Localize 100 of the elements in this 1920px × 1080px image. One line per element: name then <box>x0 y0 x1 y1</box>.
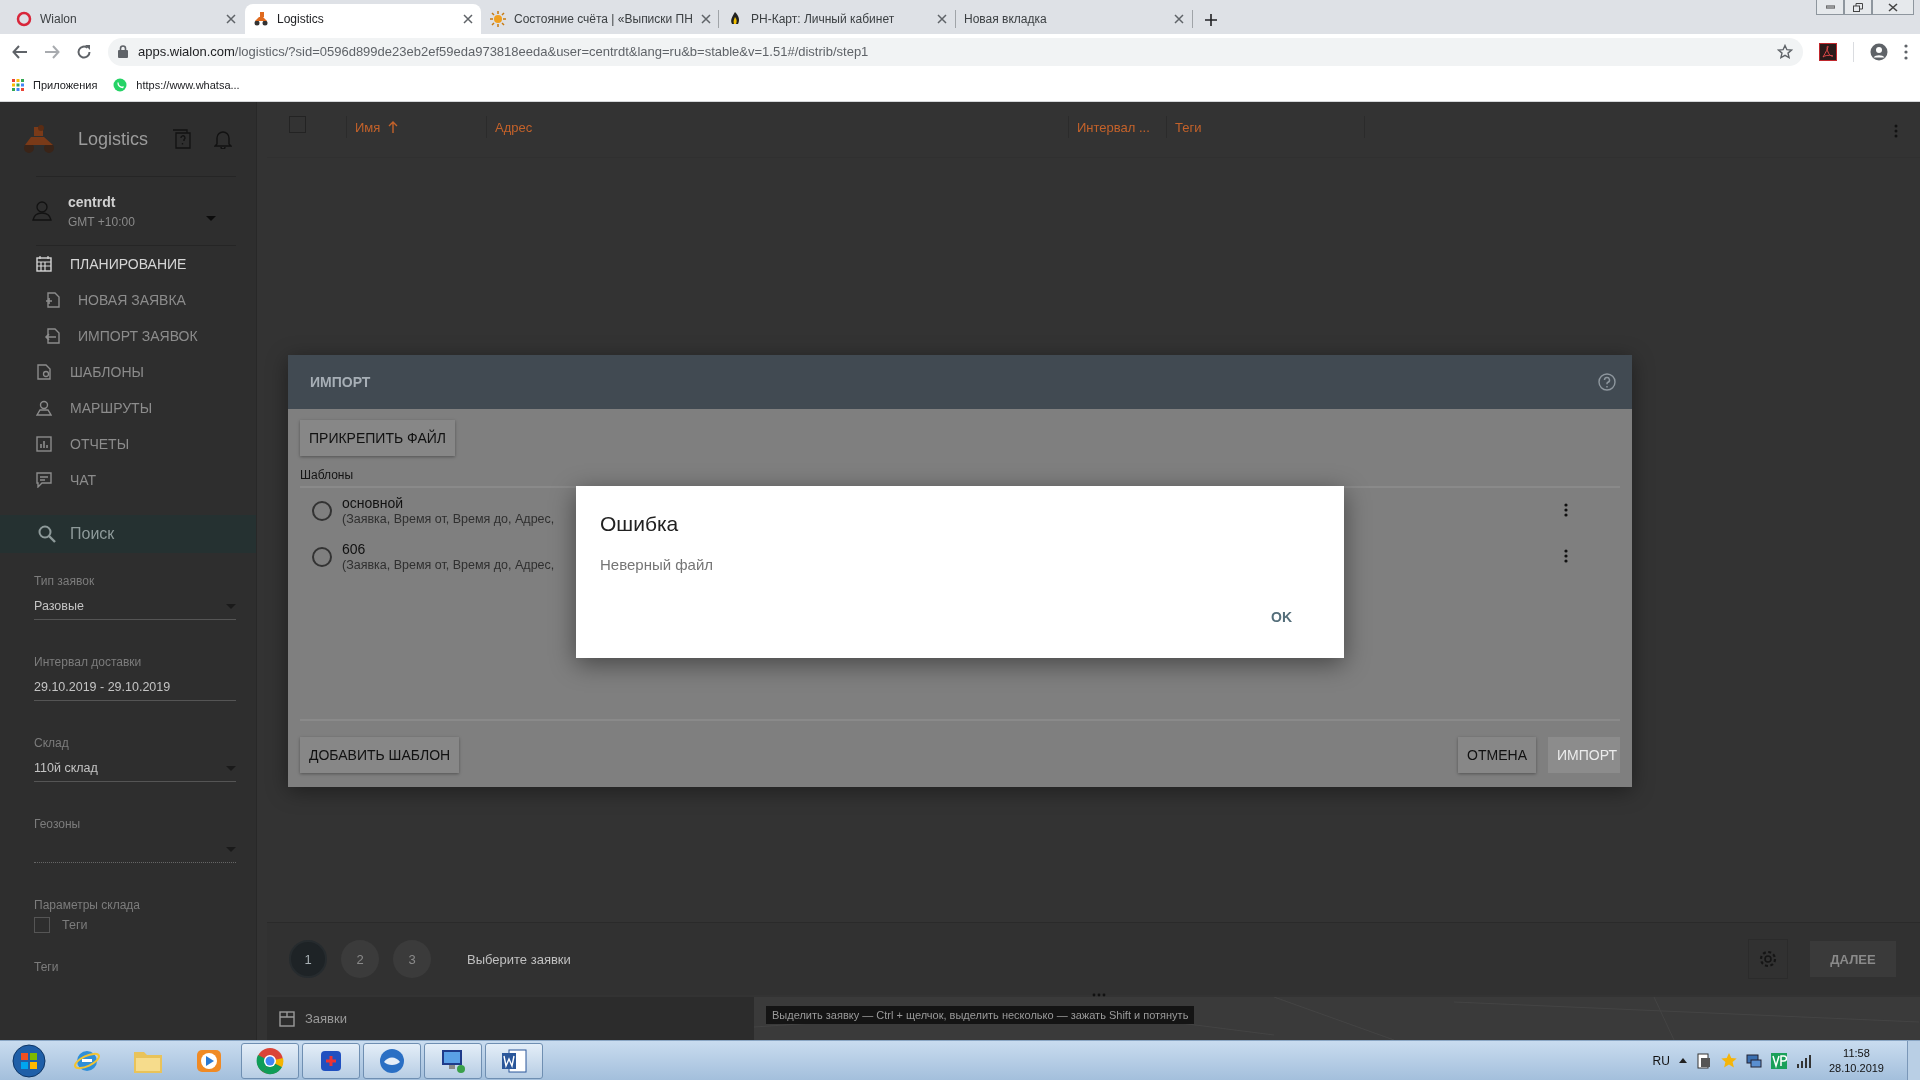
step-indicator[interactable]: 3 <box>393 940 431 978</box>
select-field[interactable]: 110й склад <box>34 755 236 782</box>
browser-tab[interactable]: Состояние счёта | «Выписки ПН <box>482 4 718 34</box>
document-icon[interactable] <box>500 1046 528 1075</box>
browser-tab[interactable]: Новая вкладка <box>956 4 1192 34</box>
tray-app-icon[interactable] <box>1695 1052 1712 1069</box>
account-icon[interactable] <box>1870 42 1888 61</box>
bar-chart-icon <box>36 436 52 452</box>
clock[interactable]: 11:58 28.10.2019 <box>1828 1045 1884 1076</box>
close-icon[interactable] <box>937 14 947 24</box>
cancel-button[interactable]: ОТМЕНА <box>1458 737 1536 773</box>
column-header[interactable]: Имя <box>355 119 381 135</box>
scooter-icon <box>253 11 269 27</box>
search-icon <box>38 525 56 543</box>
chat-bubble-icon <box>113 78 128 92</box>
browser-tab[interactable]: Wialon <box>8 4 244 34</box>
section-label: Шаблоны <box>300 468 355 482</box>
apps-grid-icon <box>12 79 24 91</box>
column-header[interactable]: Теги <box>1175 119 1202 135</box>
nav-item[interactable]: ЧАТ <box>0 462 256 498</box>
more-icon[interactable] <box>1564 503 1568 517</box>
nav-item[interactable]: МАРШРУТЫ <box>0 390 256 426</box>
browser-tab[interactable]: Logistics <box>245 4 481 34</box>
restore-icon <box>1853 2 1863 12</box>
template-name[interactable]: основной <box>342 495 555 511</box>
user-icon <box>32 201 52 221</box>
reload-icon[interactable] <box>76 43 92 60</box>
document-arrow-icon <box>44 328 60 344</box>
field-label: Параметры склада <box>34 897 142 913</box>
step-indicator[interactable]: 2 <box>341 940 379 978</box>
import-button: ИМПОРТ <box>1548 737 1620 773</box>
scooter-logo-icon <box>22 124 56 154</box>
more-icon[interactable] <box>1564 549 1568 563</box>
nav-item[interactable]: ИМПОРТ ЗАЯВОК <box>0 318 256 354</box>
attach-file-button[interactable]: ПРИКРЕПИТЬ ФАЙЛ <box>300 420 455 456</box>
nav-item[interactable]: ШАБЛОНЫ <box>0 354 256 390</box>
ok-button[interactable]: OK <box>1253 601 1310 633</box>
radio-button[interactable] <box>312 501 332 521</box>
add-template-button[interactable]: ДОБАВИТЬ ШАБЛОН <box>300 737 460 773</box>
pdf-icon[interactable] <box>1819 42 1837 61</box>
document-pin-icon <box>36 364 52 380</box>
radio-button[interactable] <box>312 547 332 567</box>
nav-item[interactable]: ПЛАНИРОВАНИЕ <box>0 246 256 282</box>
panel-title: Заявки <box>305 1011 347 1026</box>
chat-icon <box>36 472 52 488</box>
field-label: Склад <box>34 735 70 751</box>
checkbox[interactable] <box>34 917 50 933</box>
back-icon[interactable] <box>12 43 28 60</box>
tooltip: Выделить заявку — Ctrl + щелчок, выделить несколько — зажать Shift и потянуть <box>766 1006 1195 1024</box>
vp-icon[interactable] <box>1770 1052 1787 1069</box>
document-plus-icon <box>44 292 60 308</box>
close-icon[interactable] <box>463 14 473 24</box>
star-icon[interactable] <box>1777 43 1793 60</box>
bookmark-link[interactable]: https://www.whatsa... <box>113 78 240 92</box>
ring-icon <box>16 11 32 27</box>
nav-item[interactable]: ОТЧЕТЫ <box>0 426 256 462</box>
close-window-button[interactable] <box>1872 0 1914 15</box>
close-icon[interactable] <box>700 14 711 24</box>
field-label: Геозоны <box>34 816 82 832</box>
network-icon[interactable] <box>1745 1052 1762 1069</box>
column-header[interactable]: Интервал ... <box>1077 119 1150 135</box>
sort-arrow-icon[interactable] <box>388 121 399 133</box>
help-icon[interactable] <box>1598 373 1616 391</box>
field-label: Теги <box>34 959 60 975</box>
forward-icon[interactable] <box>44 43 60 60</box>
start-orb-icon[interactable] <box>12 1043 46 1078</box>
nav-item[interactable]: НОВАЯ ЗАЯВКА <box>0 282 256 318</box>
app-title: Logistics <box>78 128 150 150</box>
field-label: Интервал доставки <box>34 654 143 670</box>
round-browser-icon[interactable] <box>256 1046 284 1075</box>
checkbox-label[interactable]: Теги <box>62 918 88 932</box>
star-icon[interactable] <box>1720 1052 1737 1069</box>
field-label: Тип заявок <box>34 573 96 589</box>
sun-icon <box>490 11 506 27</box>
person-pin-icon <box>36 400 52 416</box>
drag-handle-icon[interactable] <box>1092 993 1106 997</box>
dialog-title: ИМПОРТ <box>310 374 372 390</box>
step-indicator[interactable]: 1 <box>289 940 327 978</box>
date-range-field[interactable]: 29.10.2019 - 29.10.2019 <box>34 674 236 701</box>
menu-icon[interactable] <box>1904 43 1908 60</box>
settings-icon <box>1758 949 1778 969</box>
bookmark-link[interactable]: Приложения <box>12 79 98 91</box>
new-tab-icon[interactable] <box>1205 14 1217 26</box>
next-button: ДАЛЕЕ <box>1810 941 1896 977</box>
address-bar[interactable]: apps.wialon.com/logistics/?sid=0596d899de23eb2ef59eda973818eeda&user=centrdt&lang=ru&b=stable&v=1.51#/distrib/step1 <box>108 37 1803 66</box>
close-icon <box>1888 2 1898 12</box>
language-indicator[interactable]: RU <box>1652 1053 1670 1068</box>
browser-tab[interactable]: РН-Карт: Личный кабинет <box>719 4 955 34</box>
signal-icon[interactable] <box>1795 1053 1812 1068</box>
steps-hint: Выберите заявки <box>467 951 572 967</box>
search-field[interactable]: Поиск <box>0 515 256 553</box>
user-name: centrdt <box>68 193 117 210</box>
close-icon[interactable] <box>226 14 236 24</box>
template-name[interactable]: 606 <box>342 541 555 557</box>
tray-arrow-icon[interactable] <box>1678 1058 1687 1063</box>
restore-button[interactable] <box>1844 0 1872 15</box>
column-header[interactable]: Адрес <box>495 119 533 135</box>
close-icon[interactable] <box>1174 14 1184 24</box>
select-field[interactable]: Разовые <box>34 593 236 620</box>
timezone-label: GMT +10:00 <box>68 214 136 229</box>
